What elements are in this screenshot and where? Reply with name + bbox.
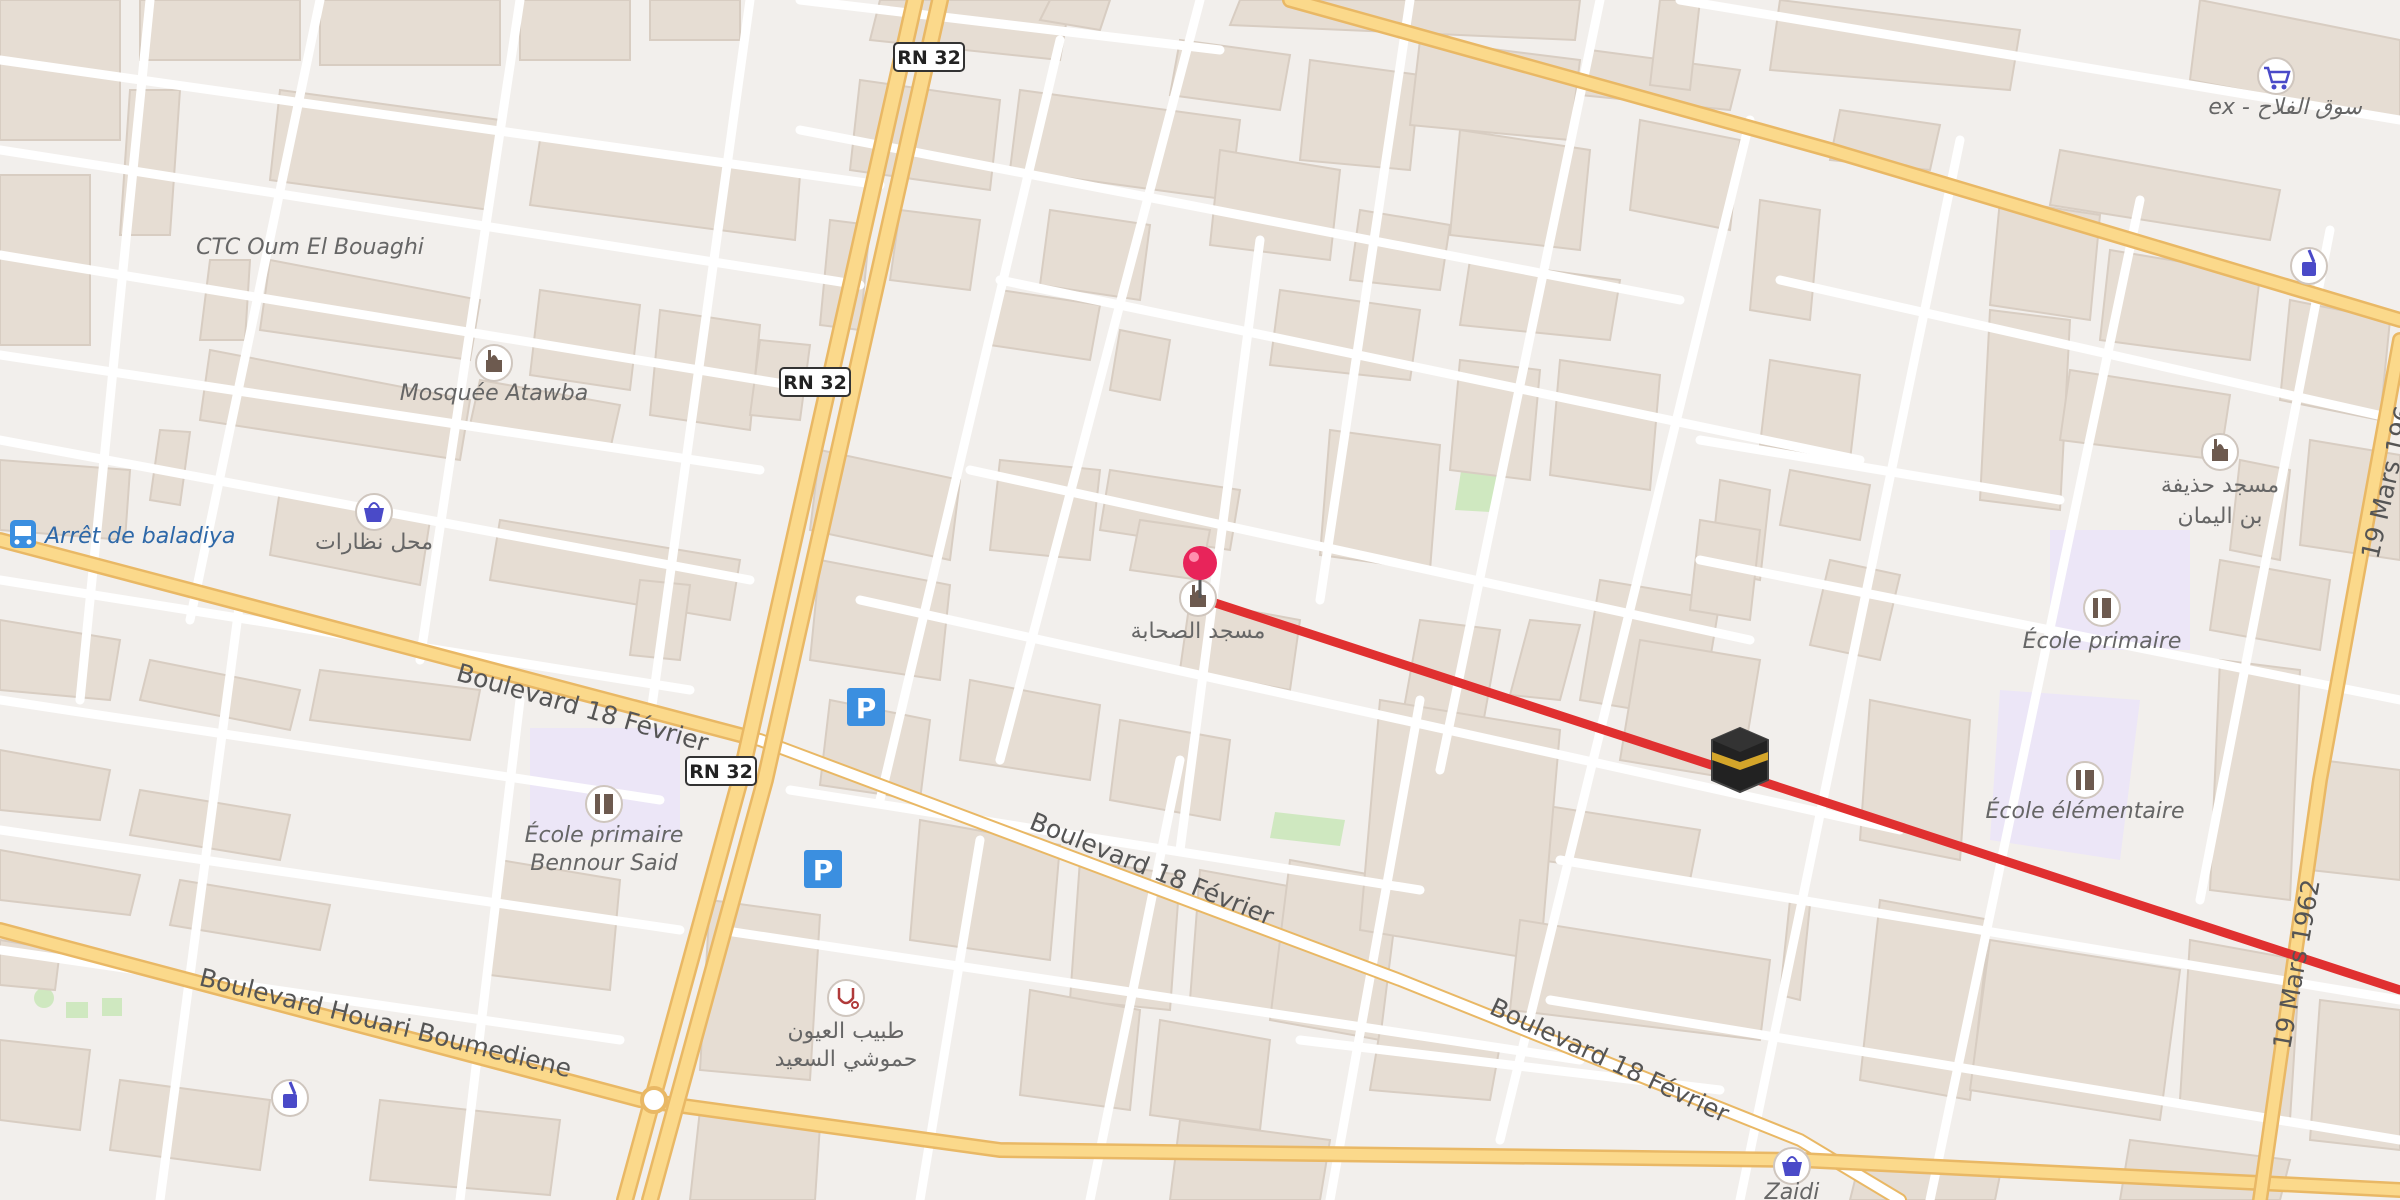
poi-label: École primaire — [2023, 628, 2182, 654]
map-canvas[interactable]: Boulevard 18 Février Boulevard 18 Févrie… — [0, 0, 2400, 1200]
road-shield: RN 32 — [779, 367, 851, 397]
poi-label-ctc[interactable]: CTC Oum El Bouaghi — [196, 235, 424, 260]
poi-label: ex - سوق الفلاح — [2208, 95, 2362, 120]
svg-text:RN 32: RN 32 — [783, 372, 847, 394]
pharmacy-poi[interactable] — [2290, 247, 2328, 285]
svg-text:RN 32: RN 32 — [897, 47, 961, 69]
poi-label: بن اليمان — [2178, 504, 2263, 529]
parking-icon[interactable]: P — [847, 688, 885, 726]
svg-text:P: P — [813, 854, 834, 887]
map-svg[interactable]: Boulevard 18 Février Boulevard 18 Févrie… — [0, 0, 2400, 1200]
parking-icon[interactable]: P — [804, 850, 842, 888]
svg-text:P: P — [856, 692, 877, 725]
poi-label: حموشي السعيد — [775, 1047, 918, 1072]
park — [66, 1002, 88, 1018]
roundabout — [640, 1086, 668, 1114]
road-shield: RN 32 — [685, 756, 757, 786]
poi-label: Zaidi — [1764, 1180, 1820, 1200]
poi-label: محل نظارات — [315, 530, 433, 555]
poi-label: École élémentaire — [1986, 798, 2185, 824]
road-shield: RN 32 — [893, 42, 965, 72]
poi-label: طبيب العيون — [788, 1019, 905, 1044]
poi-label: Mosquée Atawba — [400, 381, 588, 406]
park — [34, 988, 54, 1008]
pharmacy-poi[interactable] — [271, 1079, 309, 1117]
svg-text:RN 32: RN 32 — [689, 761, 753, 783]
poi-label: Bennour Said — [530, 851, 679, 876]
kaaba-icon[interactable] — [1711, 726, 1769, 794]
park — [102, 998, 122, 1016]
poi-label: Arrêt de baladiya — [43, 524, 235, 549]
park — [1270, 812, 1345, 846]
poi-label: مسجد الصحابة — [1131, 619, 1266, 644]
poi-label: مسجد حذيفة — [2161, 473, 2279, 498]
school-area — [1990, 690, 2140, 860]
poi-label: École primaire — [525, 822, 684, 848]
stethoscope-icon — [827, 979, 865, 1017]
